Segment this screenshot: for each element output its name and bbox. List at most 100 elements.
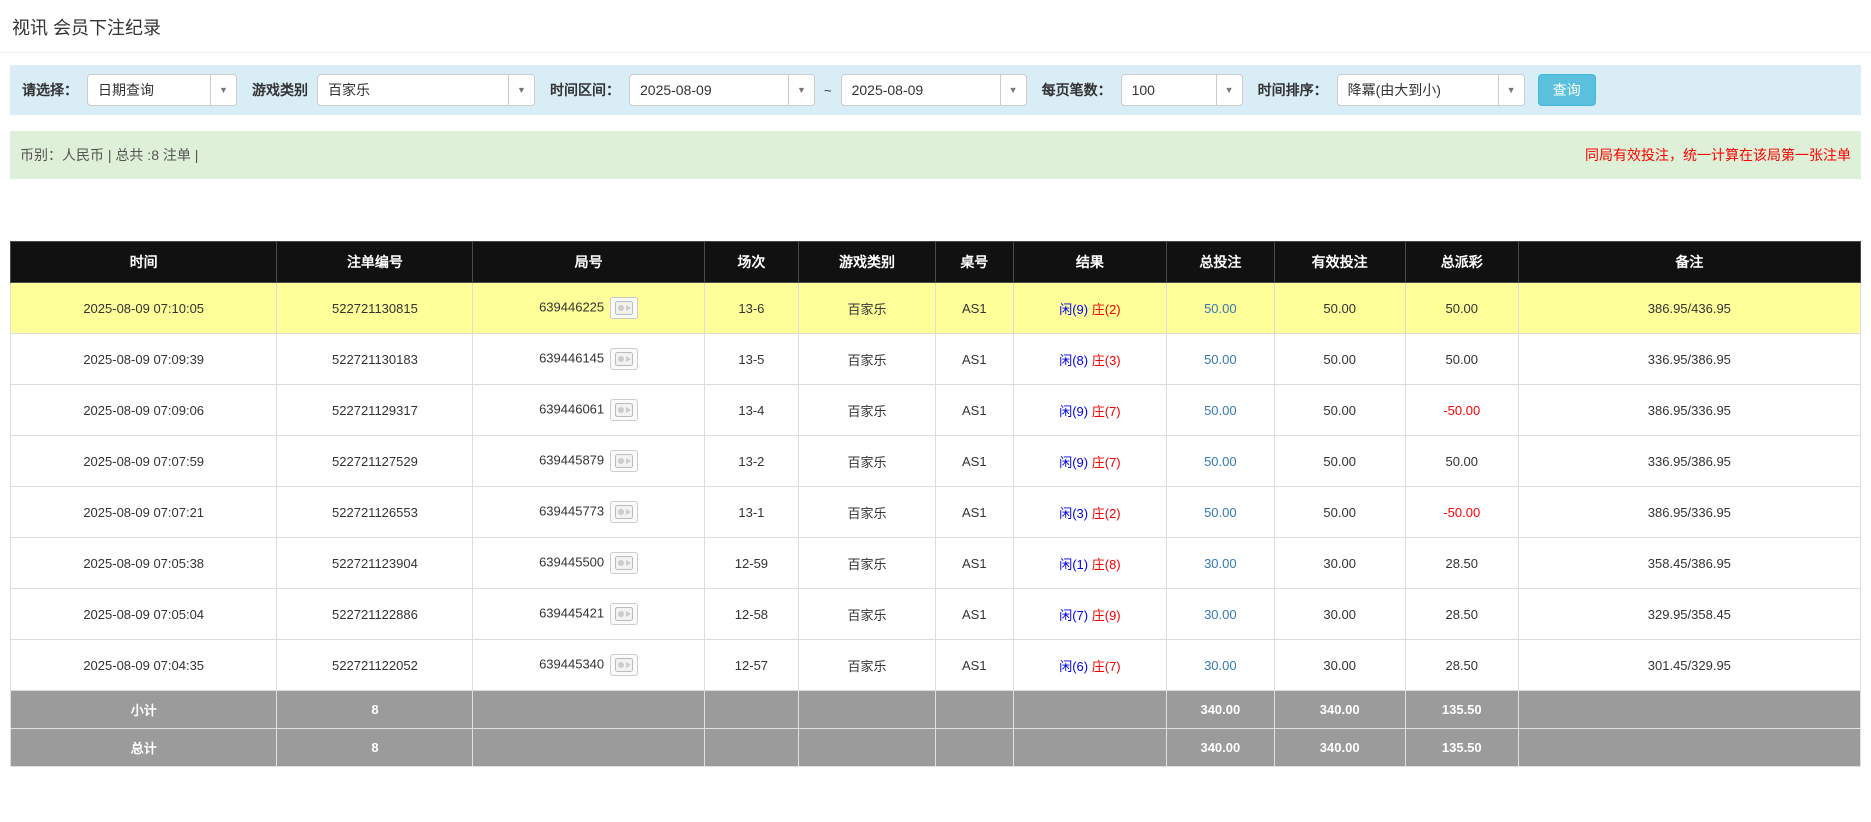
header-valid-bet: 有效投注 [1273,241,1406,283]
cell-bet-id: 522721130815 [276,282,474,334]
video-replay-icon[interactable] [610,297,639,319]
date-from-select[interactable]: 2025-08-09 ▼ [629,74,815,106]
result-player: 闲(3) [1059,505,1089,521]
sort-value: 降冪(由大到小) [1347,82,1441,98]
total-bet-link[interactable]: 30.00 [1204,658,1237,673]
total-bet-link[interactable]: 50.00 [1204,505,1237,520]
subtotal-payout: 135.50 [1404,690,1519,729]
cell-bet-id: 522721130183 [276,333,474,385]
cell-total-bet: 30.00 [1166,537,1275,589]
cell-table-no: AS1 [934,639,1014,691]
video-replay-icon[interactable] [610,450,639,472]
cell-round-id: 639445879 [472,435,705,487]
total-bet-link[interactable]: 50.00 [1204,352,1237,367]
header-bet-id: 注单编号 [276,241,474,283]
cell-session: 12-59 [703,537,800,589]
game-type-select[interactable]: 百家乐 ▼ [317,74,535,106]
cell-total-bet: 50.00 [1166,486,1275,538]
total-payout: 135.50 [1404,728,1519,767]
video-replay-icon[interactable] [610,552,639,574]
cell-valid-bet: 50.00 [1273,333,1406,385]
video-replay-icon[interactable] [610,654,639,676]
filter-bar: 请选择： 日期查询 ▼ 游戏类别 百家乐 ▼ 时间区间： 2025-08-09 … [10,65,1861,115]
page-title: 视讯 会员下注纪录 [12,18,162,38]
date-to-select[interactable]: 2025-08-09 ▼ [840,74,1027,106]
cell-bet-id: 522721127529 [276,435,474,487]
cell-round-id: 639446061 [472,384,705,436]
cell-remark: 358.45/386.95 [1517,537,1862,589]
cell-session: 13-6 [703,282,800,334]
cell-payout: 50.00 [1404,333,1519,385]
video-replay-icon[interactable] [610,348,639,370]
total-bet-link[interactable]: 50.00 [1204,454,1237,469]
chevron-down-icon: ▼ [508,75,534,105]
search-button[interactable]: 查询 [1537,74,1596,106]
cell-bet-id: 522721122886 [276,588,474,640]
cell-remark: 386.95/436.95 [1517,282,1862,334]
chevron-down-icon: ▼ [210,75,236,105]
cell-round-id: 639445773 [472,486,705,538]
cell-table-no: AS1 [934,384,1014,436]
date-range-tilde: ~ [824,82,832,98]
total-bet-link[interactable]: 50.00 [1204,403,1237,418]
total-bet-link[interactable]: 30.00 [1204,607,1237,622]
cell-valid-bet: 30.00 [1273,588,1406,640]
cell-remark: 301.45/329.95 [1517,639,1862,691]
subtotal-total-bet: 340.00 [1166,690,1275,729]
game-type-label: 游戏类别 [252,82,308,98]
cell-result: 闲(9) 庄(7) [1012,435,1168,487]
result-banker: 庄(3) [1091,352,1121,368]
result-player: 闲(9) [1059,454,1089,470]
total-bet-link[interactable]: 30.00 [1204,556,1237,571]
table-body: 2025-08-09 07:10:05 522721130815 639446225… [9,282,1862,691]
video-replay-icon[interactable] [610,399,639,421]
cell-time: 2025-08-09 07:09:06 [9,384,278,436]
video-replay-icon[interactable] [610,501,639,523]
total-empty [703,728,800,767]
subtotal-count: 8 [276,690,474,729]
cell-payout: 28.50 [1404,588,1519,640]
summary-currency-count: 币别：人民币 | 总共 :8 注单 | [20,147,199,163]
total-bet-link[interactable]: 50.00 [1204,301,1237,316]
table-row: 2025-08-09 07:10:05 522721130815 639446225… [9,282,1862,334]
result-player: 闲(8) [1059,352,1089,368]
sort-label: 时间排序： [1257,82,1328,98]
cell-time: 2025-08-09 07:10:05 [9,282,278,334]
cell-total-bet: 50.00 [1166,282,1275,334]
cell-remark: 336.95/386.95 [1517,435,1862,487]
cell-session: 13-2 [703,435,800,487]
result-banker: 庄(8) [1091,556,1121,572]
cell-valid-bet: 30.00 [1273,537,1406,589]
page: 视讯 会员下注纪录 请选择： 日期查询 ▼ 游戏类别 百家乐 ▼ 时间区间： 2… [0,0,1871,767]
date-range-label: 时间区间： [550,82,620,98]
query-type-select[interactable]: 日期查询 ▼ [87,74,237,106]
cell-session: 12-58 [703,588,800,640]
cell-table-no: AS1 [934,537,1014,589]
result-player: 闲(7) [1059,607,1089,623]
cell-result: 闲(7) 庄(9) [1012,588,1168,640]
cell-game-type: 百家乐 [798,282,936,334]
cell-time: 2025-08-09 07:07:59 [9,435,278,487]
total-count: 8 [276,728,474,767]
subtotal-row: 小计 8 340.00 340.00 135.50 [9,690,1862,729]
sort-select[interactable]: 降冪(由大到小) ▼ [1336,74,1525,106]
per-page-select[interactable]: 100 ▼ [1120,74,1243,106]
cell-payout: -50.00 [1404,486,1519,538]
chevron-down-icon: ▼ [788,75,814,105]
cell-time: 2025-08-09 07:05:04 [9,588,278,640]
header-session: 场次 [703,241,800,283]
chevron-down-icon: ▼ [1215,75,1242,105]
result-banker: 庄(9) [1091,607,1121,623]
page-header: 视讯 会员下注纪录 [0,0,1871,53]
query-type-value: 日期查询 [98,82,154,98]
total-empty [934,728,1014,767]
header-table-no: 桌号 [934,241,1014,283]
cell-valid-bet: 50.00 [1273,384,1406,436]
cell-total-bet: 30.00 [1166,588,1275,640]
cell-game-type: 百家乐 [798,384,936,436]
cell-total-bet: 50.00 [1166,435,1275,487]
chevron-down-icon: ▼ [999,75,1026,105]
cell-round-id: 639445500 [472,537,705,589]
cell-time: 2025-08-09 07:09:39 [9,333,278,385]
video-replay-icon[interactable] [610,603,639,625]
